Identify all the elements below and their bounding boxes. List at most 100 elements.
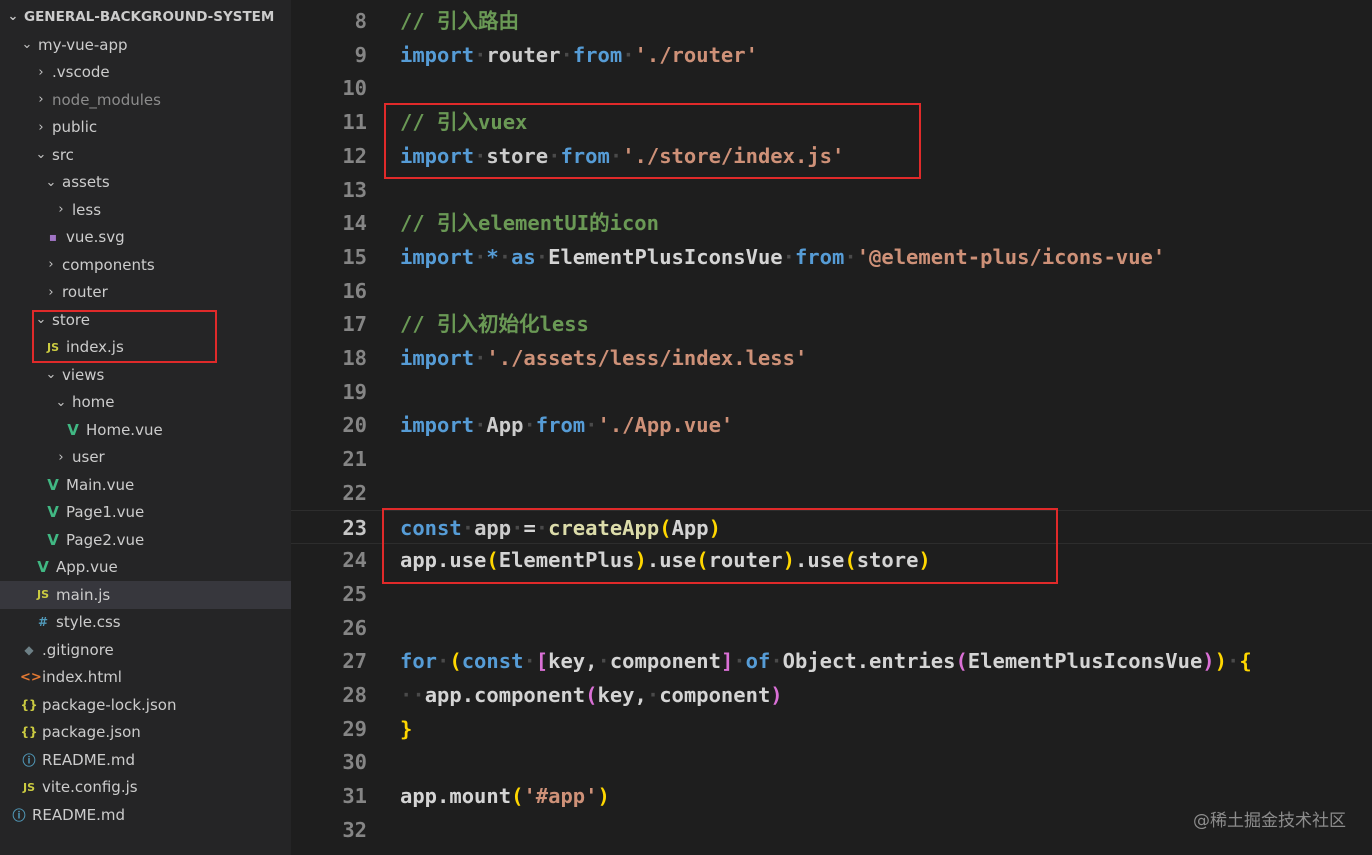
code-token: ): [708, 515, 721, 540]
tree-item[interactable]: JS index.js: [0, 334, 291, 362]
code-token: './store/index.js': [622, 143, 845, 168]
code-line[interactable]: 14 // 引入elementUI的icon: [291, 206, 1372, 240]
code-token: key,: [548, 649, 598, 674]
tree-item-label: src: [52, 145, 74, 164]
code-line[interactable]: 11 // 引入vuex: [291, 105, 1372, 139]
code-line[interactable]: 25: [291, 577, 1372, 611]
tree-item[interactable]: V Page1.vue: [0, 499, 291, 527]
line-number: 11: [342, 110, 367, 135]
code-line[interactable]: 12 import·store·from·'./store/index.js': [291, 139, 1372, 173]
tree-item-label: Main.vue: [66, 475, 135, 494]
tree-item[interactable]: V Home.vue: [0, 416, 291, 444]
code-line[interactable]: 13: [291, 173, 1372, 207]
tree-item[interactable]: ⌄ src: [0, 141, 291, 169]
code-token: // 引入初始化less: [400, 312, 589, 337]
code-token: // 引入elementUI的icon: [400, 211, 659, 236]
tree-item[interactable]: › .vscode: [0, 59, 291, 87]
tree-item[interactable]: › public: [0, 114, 291, 142]
tree-item[interactable]: ⓘ README.md: [0, 801, 291, 829]
tree-item-label: my-vue-app: [38, 35, 128, 54]
tree-item[interactable]: JS vite.config.js: [0, 774, 291, 802]
whitespace-marker: ·: [523, 413, 536, 438]
whitespace-marker: ·: [548, 143, 561, 168]
code-token: '@element-plus/icons-vue': [856, 244, 1166, 269]
code-token: ): [597, 784, 610, 809]
chevron-down-icon: ⌄: [7, 9, 19, 25]
tree-item[interactable]: › less: [0, 196, 291, 224]
code-line[interactable]: 10: [291, 71, 1372, 105]
tree-item[interactable]: › user: [0, 444, 291, 472]
line-number: 15: [342, 244, 367, 269]
code-token: (: [449, 649, 462, 674]
whitespace-marker: ·: [474, 244, 487, 269]
code-line[interactable]: 30: [291, 745, 1372, 779]
tree-item[interactable]: ⌄ views: [0, 361, 291, 389]
tree-item[interactable]: › node_modules: [0, 86, 291, 114]
code-line[interactable]: 15 import·*·as·ElementPlusIconsVue·from·'…: [291, 240, 1372, 274]
code-line[interactable]: 9 import·router·from·'./router': [291, 38, 1372, 72]
tree-item-label: router: [62, 283, 108, 302]
tree-item-label: README.md: [42, 750, 136, 769]
code-text: for·(const·[key,·component]·of·Object.en…: [400, 644, 1252, 678]
chevron-down-icon: ⌄: [35, 312, 47, 328]
tree-item[interactable]: JS main.js: [0, 581, 291, 609]
code-text: app.use(ElementPlus).use(router).use(sto…: [400, 543, 931, 577]
tree-item[interactable]: ⌄ home: [0, 389, 291, 417]
code-token: app.component: [424, 683, 586, 707]
code-line[interactable]: 20 import·App·from·'./App.vue': [291, 408, 1372, 442]
tree-item[interactable]: # style.css: [0, 609, 291, 637]
tree-item[interactable]: <> index.html: [0, 664, 291, 692]
code-line[interactable]: 19: [291, 375, 1372, 409]
code-token: './assets/less/index.less': [486, 346, 808, 370]
code-token: ): [1214, 649, 1227, 674]
code-line[interactable]: 24 app.use(ElementPlus).use(router).use(s…: [291, 543, 1372, 577]
code-line[interactable]: 27 for·(const·[key,·component]·of·Object.…: [291, 644, 1372, 678]
whitespace-marker: ·: [1226, 649, 1240, 674]
code-editor[interactable]: 8 // 引入路由 9 import·router·from·'./router' 10…: [291, 0, 1372, 855]
code-line[interactable]: 23 const·app·=·createApp(App): [291, 509, 1372, 544]
whitespace-marker: ·: [622, 42, 635, 67]
code-line[interactable]: 18 import·'./assets/less/index.less': [291, 341, 1372, 375]
tree-item-label: main.js: [56, 585, 111, 604]
code-line[interactable]: 29}: [291, 712, 1372, 746]
tree-item[interactable]: ⌄ my-vue-app: [0, 31, 291, 59]
tree-item[interactable]: ⌄ assets: [0, 169, 291, 197]
tree-item[interactable]: V App.vue: [0, 554, 291, 582]
chevron-down-icon: ⌄: [21, 37, 33, 53]
whitespace-marker: ·: [474, 143, 487, 168]
code-line[interactable]: 8 // 引入路由: [291, 4, 1372, 38]
code-line[interactable]: 26: [291, 611, 1372, 645]
tree-item[interactable]: {} package-lock.json: [0, 691, 291, 719]
tree-item[interactable]: › router: [0, 279, 291, 307]
code-line[interactable]: 21: [291, 442, 1372, 476]
whitespace-marker: ·: [535, 244, 549, 269]
tree-item[interactable]: ⌄ store: [0, 306, 291, 334]
code-token: import: [400, 244, 475, 269]
tree-item[interactable]: ⓘ README.md: [0, 746, 291, 774]
code-token: createApp: [548, 515, 660, 540]
code-line[interactable]: 17 // 引入初始化less: [291, 307, 1372, 341]
tree-item[interactable]: ▪ vue.svg: [0, 224, 291, 252]
code-token: ElementPlusIconsVue: [967, 649, 1203, 674]
code-token: // 引入路由: [400, 9, 520, 33]
line-number: 8: [354, 9, 367, 33]
js-file-icon: JS: [46, 340, 59, 354]
code-token: router: [708, 548, 783, 573]
tree-item-label: user: [72, 448, 105, 467]
chevron-right-icon: ›: [48, 257, 54, 273]
tree-item[interactable]: › components: [0, 251, 291, 279]
code-line[interactable]: 28 ··app.component(key,·component): [291, 678, 1372, 712]
code-text: import·App·from·'./App.vue': [400, 408, 733, 442]
explorer-root[interactable]: ⌄ GENERAL-BACKGROUND-SYSTEM: [0, 3, 291, 31]
vue-file-icon: V: [67, 420, 79, 439]
tree-item-label: vue.svg: [66, 228, 125, 247]
line-number: 32: [342, 817, 367, 842]
whitespace-marker: ·: [733, 649, 746, 674]
code-token: store: [856, 548, 919, 573]
tree-item[interactable]: ◆ .gitignore: [0, 636, 291, 664]
tree-item[interactable]: V Page2.vue: [0, 526, 291, 554]
code-line[interactable]: 22: [291, 476, 1372, 510]
tree-item[interactable]: {} package.json: [0, 719, 291, 747]
tree-item[interactable]: V Main.vue: [0, 471, 291, 499]
code-line[interactable]: 16: [291, 274, 1372, 308]
